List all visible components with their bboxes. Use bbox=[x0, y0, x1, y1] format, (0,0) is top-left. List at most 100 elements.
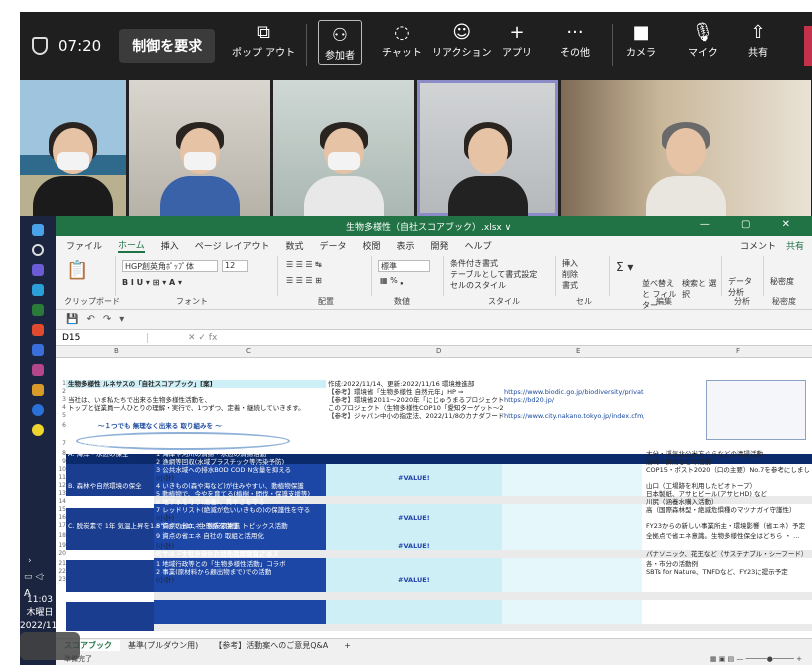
cell[interactable]: #VALUE! bbox=[328, 474, 504, 482]
redo-icon[interactable]: ↷ bbox=[103, 314, 111, 325]
column-header[interactable]: D bbox=[436, 347, 441, 355]
tab-formulas[interactable]: 数式 bbox=[285, 239, 303, 252]
cell[interactable]: 全拠点で省エネ意識。生物多様性保全はどちら ・ ... bbox=[646, 532, 810, 540]
conditional-format-button[interactable]: 条件付き書式 bbox=[450, 258, 498, 269]
sheet-tab-reference[interactable]: 【参考】活動案へのご意見Q&A bbox=[206, 640, 336, 651]
cell[interactable]: 【参考】ジャパン中小の指定法、2022/11/8のカナダフードリの50はぼ継続に… bbox=[328, 412, 504, 420]
paste-icon[interactable]: 📋 bbox=[66, 260, 88, 281]
camera-button[interactable]: ■ カメラ bbox=[626, 20, 656, 60]
search-icon[interactable] bbox=[32, 244, 44, 256]
cell[interactable]: (小計) bbox=[156, 542, 324, 550]
sensitivity-button[interactable]: 秘密度 bbox=[770, 276, 794, 287]
cell[interactable]: 0 サステナビリティ教材を社員教育に導入 bbox=[156, 550, 324, 558]
popout-button[interactable]: ⧉ ポップ アウト bbox=[232, 20, 295, 60]
cell[interactable]: 2 事業(原材料から顧出物まで)での活動 bbox=[156, 568, 324, 576]
zoom-slider[interactable]: ▦ ▣ ▤ — ─────●───── + bbox=[710, 655, 802, 663]
spreadsheet-grid[interactable]: 1 生物多様性 ルネサスの「自社スコアブック」[案] 作成:2022/11/14、更… bbox=[56, 380, 812, 631]
edge-icon[interactable] bbox=[32, 284, 44, 296]
share-file-button[interactable]: 共有 bbox=[786, 239, 804, 252]
tab-developer[interactable]: 開発 bbox=[431, 239, 449, 252]
participant-tile[interactable] bbox=[20, 80, 126, 216]
cell[interactable]: 〜１つでも 無理なく出来る 取り組みを 〜 bbox=[68, 422, 324, 430]
cell[interactable]: https://www.city.nakano.tokyo.jp/index.c… bbox=[504, 412, 644, 420]
participant-tile-active-speaker[interactable] bbox=[417, 80, 558, 216]
cell[interactable]: 9 資点の省エネ 自社の 取組と活用化 bbox=[156, 532, 324, 540]
cell[interactable]: 1 海岸や河川の清掃・水辺の清掃活動 bbox=[156, 450, 324, 458]
tab-insert[interactable]: 挿入 bbox=[161, 239, 179, 252]
cell[interactable]: 川尻（涵養水購入活動） bbox=[646, 498, 810, 506]
cell[interactable]: (小計) bbox=[156, 474, 324, 482]
window-controls[interactable]: — ▢ ✕ bbox=[700, 219, 804, 230]
find-select-button[interactable]: 検索と 選択 bbox=[682, 278, 718, 300]
column-header[interactable]: B bbox=[114, 347, 119, 355]
name-box[interactable]: D15 bbox=[56, 332, 148, 343]
participant-tile[interactable] bbox=[129, 80, 270, 216]
percent-icon[interactable]: ▦ % ❟ bbox=[380, 276, 403, 286]
tab-view[interactable]: 表示 bbox=[397, 239, 415, 252]
cell[interactable]: https://www.biodic.go.jp/biodiversity/pr… bbox=[504, 388, 644, 396]
cell[interactable]: 6 地下水を守り(涵養)、貴やさを守る bbox=[156, 498, 324, 506]
cell[interactable]: 8 資点の省エネ・脱炭素推進 トピックス活動 bbox=[156, 522, 324, 530]
cell[interactable]: 生物多様性 ルネサスの「自社スコアブック」[案] bbox=[68, 380, 324, 388]
cell[interactable]: 高（国際森林型・絶滅危惧種のマツナガイ守護性） bbox=[646, 506, 810, 514]
cell[interactable]: 3 公共水域への排水BOD COD N含量を抑える bbox=[156, 466, 324, 474]
cell[interactable]: 【参考】環境省「生物多様性 自然元年」HP ⇒ bbox=[328, 388, 504, 396]
teams-app-icon[interactable] bbox=[32, 264, 44, 276]
cell[interactable]: 5 動植物で、今やを育てる(植樹・間伐・保護支援等) bbox=[156, 490, 324, 498]
app-icon[interactable] bbox=[32, 404, 44, 416]
taskbar-clock[interactable]: 11:03 木曜日 2022/11/17 bbox=[20, 594, 72, 633]
reaction-button[interactable]: ☺ リアクション bbox=[432, 20, 492, 60]
cell[interactable]: 4 いきもの(森や海など)が住みやすい、動植物保護 bbox=[156, 482, 324, 490]
chevron-icon[interactable]: › bbox=[28, 556, 32, 566]
cell[interactable]: #VALUE! bbox=[328, 542, 504, 550]
cell-style-button[interactable]: セルのスタイル bbox=[450, 280, 506, 291]
app-icon[interactable] bbox=[32, 364, 44, 376]
bold-italic-underline[interactable]: B I U ▾ ⊞ ▾ A ▾ bbox=[122, 278, 182, 287]
column-header[interactable]: E bbox=[576, 347, 580, 355]
cell[interactable]: 1 地域行政等との「生物多様性活動」コラボ bbox=[156, 560, 324, 568]
format-cells-button[interactable]: 書式 bbox=[562, 280, 578, 291]
cell[interactable]: 当社は、いま私たちで出来る生物多様性活動を、 bbox=[68, 396, 324, 404]
column-header[interactable]: C bbox=[246, 347, 251, 355]
format-table-button[interactable]: テーブルとして書式設定 bbox=[450, 269, 537, 280]
cell[interactable]: (小計) bbox=[156, 514, 324, 522]
delete-cells-button[interactable]: 削除 bbox=[562, 269, 578, 280]
add-sheet-button[interactable]: + bbox=[336, 641, 359, 650]
app-icon[interactable] bbox=[32, 324, 44, 336]
cell[interactable]: 2 漁網等回収(水域プラスチック等汚染予防) bbox=[156, 458, 324, 466]
start-icon[interactable] bbox=[32, 224, 44, 236]
number-format-select[interactable]: 標準 bbox=[378, 260, 430, 272]
cell[interactable]: (小計) bbox=[156, 576, 324, 584]
cell[interactable]: 各・市分の活動例 bbox=[646, 560, 810, 568]
tab-help[interactable]: ヘルプ bbox=[465, 239, 492, 252]
tray-icons[interactable]: ▭ ◁ᐧ bbox=[24, 572, 45, 582]
align-icons[interactable]: ☰ ☰ ☰ ⊞ bbox=[286, 276, 322, 285]
customize-icon[interactable]: ▾ bbox=[119, 314, 124, 325]
request-control-button[interactable]: 制御を要求 bbox=[119, 29, 216, 63]
cell[interactable]: #VALUE! bbox=[328, 576, 504, 584]
cell[interactable]: 大方ペッカトメニュー bbox=[156, 440, 324, 448]
cell[interactable]: 高崎・群馬などの活動 bbox=[646, 458, 810, 466]
outlook-icon[interactable] bbox=[32, 344, 44, 356]
tab-review[interactable]: 校閲 bbox=[362, 239, 380, 252]
cell[interactable]: COP15・ポスト2020（口の主要）No.7を参考にしました bbox=[646, 466, 810, 474]
cell[interactable]: SBTs for Nature、TNFDなど、FY23に提示予定 bbox=[646, 568, 810, 576]
tab-page-layout[interactable]: ページ レイアウト bbox=[195, 239, 270, 252]
mic-button[interactable]: 🎙 マイク bbox=[688, 20, 718, 60]
cell[interactable]: 7 レッドリスト(絶滅が危いいきもの)の保護性を守る bbox=[156, 506, 324, 514]
font-size-select[interactable]: 12 bbox=[222, 260, 248, 272]
align-icons[interactable]: ☰ ☰ ☰ ↹ bbox=[286, 260, 322, 269]
cell[interactable]: 【参考】環境省2011〜2020年「にじゅうまるプロジェクト」HP ⇒ bbox=[328, 396, 504, 404]
fx-icon[interactable]: ✕ ✓ fx bbox=[148, 333, 217, 343]
excel-app-icon[interactable] bbox=[32, 304, 44, 316]
chat-button[interactable]: ◌ チャット bbox=[382, 20, 422, 60]
column-header[interactable]: F bbox=[736, 347, 740, 355]
apps-button[interactable]: + アプリ bbox=[502, 20, 532, 60]
cell[interactable]: 自部点でのコメント(あれば記入) bbox=[504, 440, 644, 448]
cell[interactable]: このプロジェクト（生物多様性COP10「愛知ターゲット〜2020年」）は ポスト… bbox=[328, 404, 504, 412]
participant-tile[interactable] bbox=[273, 80, 414, 216]
sheet-tab-criteria[interactable]: 基準(プルダウン用) bbox=[120, 640, 206, 651]
cell[interactable]: FY23からの新しい事業所主・環境影響（省エネ）予定 bbox=[646, 522, 810, 530]
cell[interactable]: 5段階評価(プルダウンで選択) bbox=[328, 440, 504, 448]
folder-icon[interactable] bbox=[32, 384, 44, 396]
